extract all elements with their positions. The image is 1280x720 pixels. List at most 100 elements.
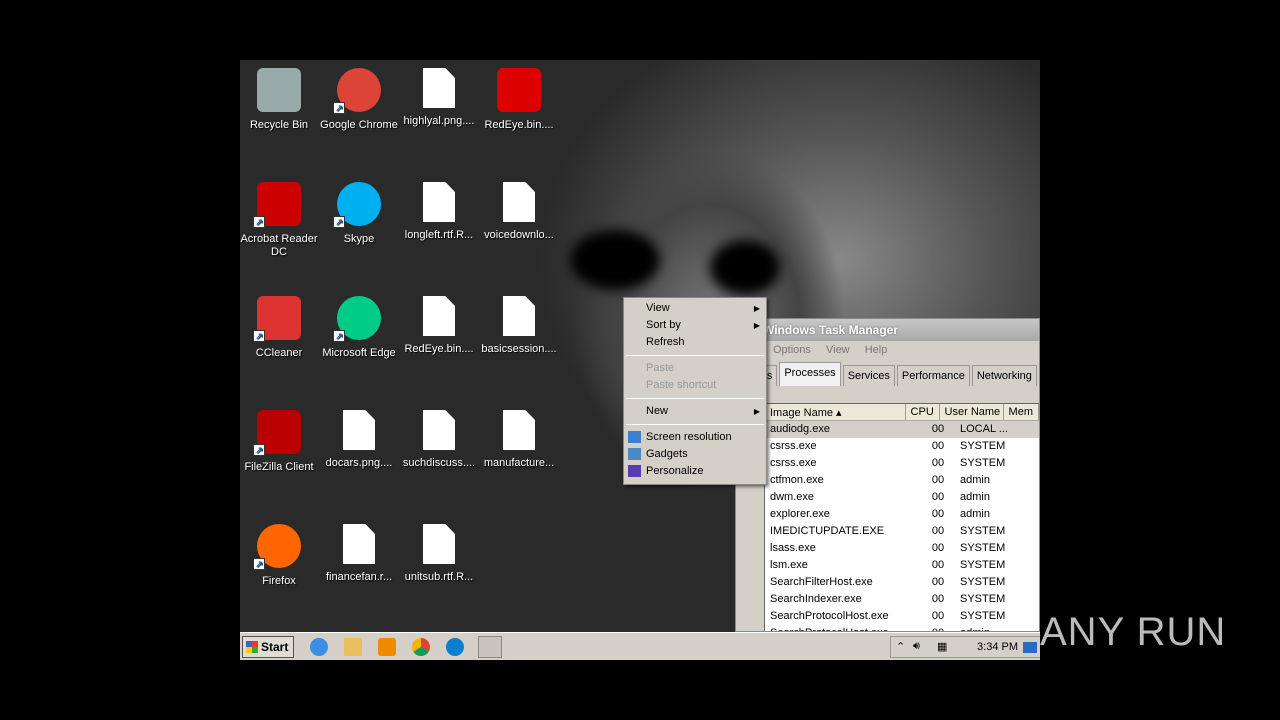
- desktop-icon[interactable]: financefan.r...: [319, 518, 399, 584]
- process-cpu: 00: [931, 525, 945, 537]
- task-manager-taskbar-button[interactable]: [478, 636, 502, 658]
- menu-separator: [626, 424, 764, 425]
- desktop-icon[interactable]: ↗ Acrobat Reader DC: [240, 176, 319, 259]
- process-name: SearchFilterHost.exe: [770, 576, 873, 588]
- desktop-icon[interactable]: ↗ Firefox: [240, 518, 319, 588]
- menu-item-screen-resolution[interactable]: Screen resolution: [624, 429, 766, 446]
- task-manager-window[interactable]: Windows Task Manager Options View Help A…: [735, 318, 1040, 632]
- file-icon: [343, 524, 375, 564]
- table-row[interactable]: SearchProtocolHost.exe00admin: [765, 625, 1039, 631]
- menu-item-gadgets[interactable]: Gadgets: [624, 446, 766, 463]
- process-cpu: 00: [931, 508, 945, 520]
- menu-item-label: Screen resolution: [646, 431, 732, 443]
- desktop-icon[interactable]: Recycle Bin: [240, 62, 319, 132]
- desktop-icon[interactable]: ↗ Microsoft Edge: [319, 290, 399, 360]
- desktop-icon[interactable]: manufacture...: [479, 404, 559, 470]
- table-row[interactable]: dwm.exe 00 admin: [765, 489, 1039, 506]
- desktop-icon[interactable]: ↗ FileZilla Client: [240, 404, 319, 474]
- menu-item-refresh[interactable]: Refresh: [624, 334, 766, 351]
- tab-networking[interactable]: Networking: [971, 365, 1037, 386]
- show-hidden-icons-button[interactable]: ⌃: [896, 640, 905, 653]
- desktop-icon-label: Google Chrome: [320, 119, 398, 131]
- table-row[interactable]: explorer.exe 00 admin: [765, 506, 1039, 523]
- process-name: lsass.exe: [770, 542, 816, 554]
- menu-separator: [626, 398, 764, 399]
- process-user: SYSTEM: [960, 457, 1006, 469]
- chrome-taskbar-icon[interactable]: [412, 638, 430, 656]
- process-user: admin: [960, 474, 990, 486]
- menu-help[interactable]: Help: [865, 344, 888, 356]
- tab-processes[interactable]: Processes: [779, 362, 841, 386]
- table-row[interactable]: audiodg.exe 00 LOCAL ...: [765, 421, 1039, 438]
- process-cpu: 00: [931, 576, 945, 588]
- media-player-icon[interactable]: [378, 638, 396, 656]
- menu-options[interactable]: Options: [773, 344, 811, 356]
- table-row[interactable]: lsass.exe 00 SYSTEM: [765, 540, 1039, 557]
- column-image-name[interactable]: Image Name ▴: [765, 404, 906, 420]
- start-button[interactable]: Start: [242, 636, 294, 658]
- menu-item-view[interactable]: View ▶: [624, 300, 766, 317]
- network-icon[interactable]: ▦: [937, 640, 947, 653]
- ccleaner-icon: ↗: [253, 296, 301, 342]
- skype-icon: ↗: [333, 182, 381, 228]
- desktop-icon[interactable]: basicsession....: [479, 290, 559, 356]
- menu-item-sort-by[interactable]: Sort by ▶: [624, 317, 766, 334]
- clock[interactable]: 3:34 PM: [977, 641, 1018, 653]
- process-user: admin: [960, 508, 990, 520]
- table-row[interactable]: ctfmon.exe 00 admin: [765, 472, 1039, 489]
- desktop-icon-label: Firefox: [262, 575, 296, 587]
- process-name: csrss.exe: [770, 440, 817, 452]
- taskbar: Start ⌃ 🔊︎ ▦ 3:34 PM: [240, 632, 1040, 660]
- desktop-icon[interactable]: unitsub.rtf.R...: [399, 518, 479, 584]
- show-desktop-icon[interactable]: [1023, 642, 1037, 653]
- desktop-icon[interactable]: highlyal.png....: [399, 62, 479, 128]
- desktop-icon[interactable]: voicedownlo...: [479, 176, 559, 242]
- volume-icon[interactable]: 🔊︎: [913, 640, 920, 653]
- process-name: dwm.exe: [770, 491, 815, 503]
- table-row[interactable]: csrss.exe 00 SYSTEM: [765, 438, 1039, 455]
- edge-taskbar-icon[interactable]: [446, 638, 464, 656]
- file-explorer-icon[interactable]: [344, 638, 362, 656]
- desktop-icon[interactable]: ↗ CCleaner: [240, 290, 319, 360]
- desktop-icon[interactable]: ↗ Skype: [319, 176, 399, 246]
- desktop-icon[interactable]: RedEye.bin....: [399, 290, 479, 356]
- process-cpu: 00: [931, 474, 945, 486]
- desktop-icon[interactable]: RedEye.bin....: [479, 62, 559, 132]
- desktop-icon-label: manufacture...: [483, 457, 555, 469]
- file-icon: [503, 410, 535, 450]
- process-name: lsm.exe: [770, 559, 808, 571]
- menu-view[interactable]: View: [826, 344, 850, 356]
- column-memory[interactable]: Mem: [1004, 404, 1039, 420]
- column-cpu[interactable]: CPU: [906, 404, 940, 420]
- internet-explorer-icon[interactable]: [310, 638, 328, 656]
- anyrun-watermark: ANY RUN: [1040, 610, 1227, 654]
- column-user-name[interactable]: User Name: [940, 404, 1004, 420]
- windows-flag-icon: [246, 641, 258, 653]
- file-icon: [423, 296, 455, 336]
- desktop-icon[interactable]: longleft.rtf.R...: [399, 176, 479, 242]
- tab-performance[interactable]: Performance: [896, 365, 970, 386]
- table-row[interactable]: csrss.exe 00 SYSTEM: [765, 455, 1039, 472]
- table-row[interactable]: lsm.exe 00 SYSTEM: [765, 557, 1039, 574]
- tab-services[interactable]: Services: [842, 365, 895, 386]
- shortcut-arrow-icon: ↗: [253, 558, 265, 570]
- filezilla-icon: ↗: [253, 410, 301, 456]
- file-icon: [423, 410, 455, 450]
- shortcut-arrow-icon: ↗: [253, 444, 265, 456]
- list-header: Image Name ▴ CPU User Name Mem: [765, 404, 1039, 421]
- menu-bar: Options View Help: [736, 341, 1039, 361]
- process-name: SearchIndexer.exe: [770, 593, 862, 605]
- table-row[interactable]: IMEDICTUPDATE.EXE 00 SYSTEM: [765, 523, 1039, 540]
- process-name: audiodg.exe: [770, 423, 830, 435]
- screen-resolution-icon: [628, 431, 641, 443]
- table-row[interactable]: SearchFilterHost.exe 00 SYSTEM: [765, 574, 1039, 591]
- desktop-icon[interactable]: docars.png....: [319, 404, 399, 470]
- desktop-icon[interactable]: suchdiscuss....: [399, 404, 479, 470]
- menu-item-personalize[interactable]: Personalize: [624, 463, 766, 480]
- process-list[interactable]: Image Name ▴ CPU User Name Mem audiodg.e…: [764, 403, 1039, 631]
- firefox-icon: ↗: [253, 524, 301, 570]
- desktop-icon[interactable]: ↗ Google Chrome: [319, 62, 399, 132]
- menu-item-new[interactable]: New ▶: [624, 403, 766, 420]
- table-row[interactable]: SearchIndexer.exe 00 SYSTEM: [765, 591, 1039, 608]
- table-row[interactable]: SearchProtocolHost.exe 00 SYSTEM: [765, 608, 1039, 625]
